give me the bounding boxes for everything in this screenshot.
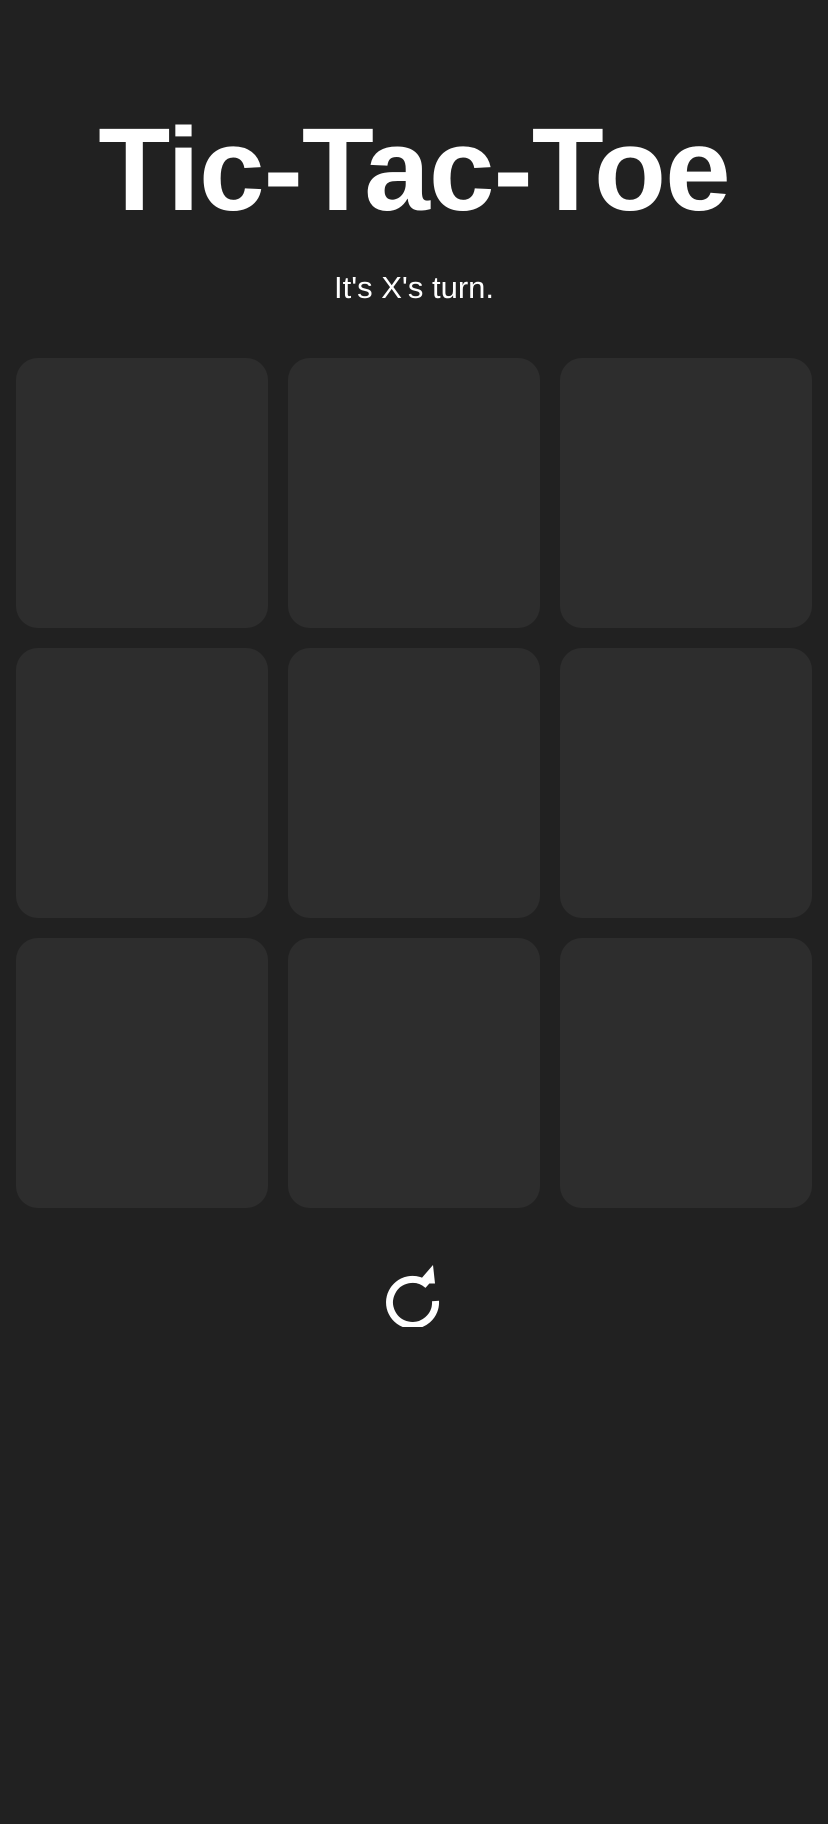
game-board <box>16 358 812 1208</box>
restart-button[interactable] <box>384 1264 444 1328</box>
board-cell[interactable] <box>288 358 540 628</box>
board-cell[interactable] <box>560 358 812 628</box>
board-cell[interactable] <box>16 648 268 918</box>
board-cell[interactable] <box>288 938 540 1208</box>
board-cell[interactable] <box>288 648 540 918</box>
board-cell[interactable] <box>560 938 812 1208</box>
board-cell[interactable] <box>16 358 268 628</box>
board-cell[interactable] <box>560 648 812 918</box>
restart-icon <box>386 1265 440 1327</box>
turn-status: It's X's turn. <box>334 270 494 305</box>
page-title: Tic-Tac-Toe <box>98 104 731 236</box>
board-cell[interactable] <box>16 938 268 1208</box>
